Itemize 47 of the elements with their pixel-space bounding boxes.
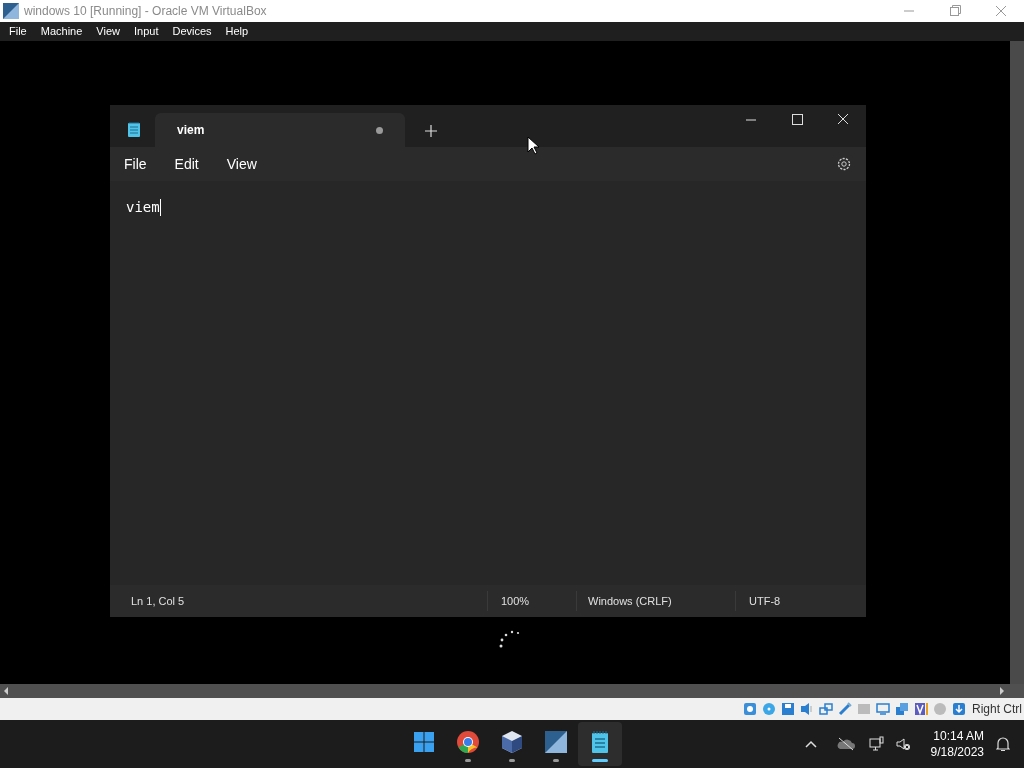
menu-item[interactable]: View — [96, 23, 120, 40]
browser-icon — [456, 730, 480, 754]
menu-item[interactable]: File — [9, 23, 27, 40]
network-icon[interactable] — [868, 736, 885, 752]
status-text: UTF-8 — [749, 593, 781, 609]
vertical-scrollbar[interactable] — [1010, 41, 1024, 684]
window-title: windows 10 [Running] - Oracle VM VirtualBox — [24, 3, 267, 20]
vm-app-icon — [544, 730, 568, 754]
status-text: Ln 1, Col 5 — [131, 593, 185, 609]
chevron-up-icon[interactable] — [804, 740, 817, 748]
mouse-pointer-icon — [527, 136, 539, 155]
app-icon — [2, 2, 20, 20]
text-cursor — [159, 199, 161, 216]
menu-item[interactable]: Devices — [172, 23, 212, 40]
clock-date[interactable]: 9/18/2023 — [930, 744, 984, 760]
menu-item[interactable]: View — [216, 149, 267, 179]
settings-icon[interactable] — [836, 156, 852, 172]
display-icon[interactable] — [875, 701, 891, 717]
speaker-icon[interactable] — [799, 701, 815, 717]
new-tab-icon[interactable] — [425, 125, 437, 137]
document-text: viem — [126, 198, 160, 217]
network-icon[interactable] — [818, 701, 834, 717]
status-text: 100% — [501, 593, 530, 609]
menu-item[interactable]: Input — [133, 23, 159, 40]
host-key-label: Right Ctrl — [972, 701, 1022, 718]
cloud-off-icon[interactable] — [836, 737, 855, 751]
speaker-muted-icon[interactable] — [894, 736, 911, 752]
notification-bell-icon[interactable] — [996, 736, 1010, 752]
disc-icon[interactable] — [761, 701, 777, 717]
menu-item[interactable]: Help — [225, 23, 249, 40]
menu-item[interactable]: Edit — [164, 149, 209, 179]
floppy-icon[interactable] — [780, 701, 796, 717]
document-tab[interactable]: viem — [155, 113, 405, 147]
scroll-right-icon[interactable] — [998, 686, 1006, 696]
menu-item[interactable]: File — [114, 149, 157, 179]
clock-time[interactable]: 10:14 AM — [933, 728, 984, 744]
arrow-down-icon[interactable] — [951, 701, 967, 717]
horizontal-scrollbar[interactable] — [0, 684, 1024, 698]
taskbar-button[interactable] — [578, 722, 622, 766]
scroll-left-icon[interactable] — [2, 686, 10, 696]
menu-item[interactable]: Machine — [40, 23, 83, 40]
v-badge-icon[interactable] — [913, 701, 929, 717]
status-text: Windows (CRLF) — [588, 593, 672, 609]
notepad-icon — [127, 121, 141, 137]
cube-icon — [500, 730, 524, 754]
text-editor[interactable]: viem — [110, 181, 866, 585]
start-icon — [412, 730, 436, 754]
